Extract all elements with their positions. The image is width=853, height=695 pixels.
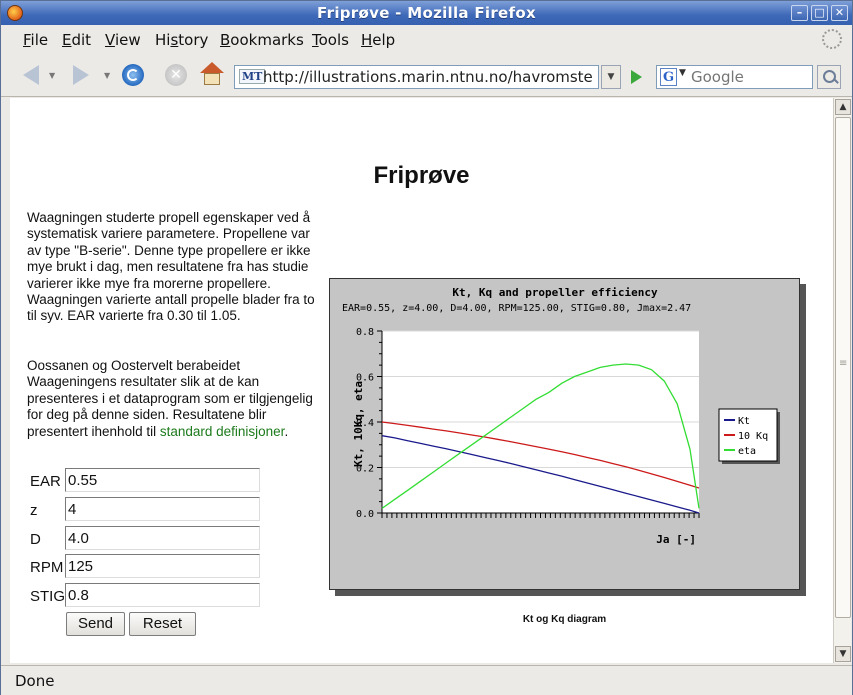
search-bar[interactable]: G ▼: [656, 65, 813, 89]
send-button[interactable]: Send: [66, 612, 125, 636]
forward-button[interactable]: [73, 63, 93, 87]
standard-definitions-link[interactable]: standard definisjoner: [160, 424, 285, 439]
d-input[interactable]: [65, 526, 260, 550]
search-magnifier-icon[interactable]: [817, 65, 841, 89]
scroll-down-arrow-icon[interactable]: ▼: [835, 646, 851, 662]
search-engine-dropdown-icon[interactable]: ▼: [679, 68, 686, 78]
back-button[interactable]: [23, 63, 43, 87]
menu-tools[interactable]: Tools: [312, 31, 349, 49]
chart-caption: Kt og Kq diagram: [522, 614, 607, 625]
stig-label: STIG: [30, 588, 66, 605]
status-text: Done: [15, 672, 55, 690]
menu-bookmarks[interactable]: Bookmarks: [220, 31, 304, 49]
ear-label: EAR: [30, 473, 61, 490]
ear-input[interactable]: [65, 468, 260, 492]
scroll-thumb[interactable]: [835, 117, 851, 618]
link-suffix: .: [284, 423, 289, 439]
scroll-up-arrow-icon[interactable]: ▲: [835, 99, 851, 115]
menu-history[interactable]: History: [155, 31, 208, 49]
window-title: Friprøve - Mozilla Firefox: [317, 4, 536, 22]
chart-title: Kt, Kq and propeller efficiency: [452, 286, 658, 299]
stig-input[interactable]: [65, 583, 260, 607]
kt-kq-chart: Kt, Kq and propeller efficiency EAR=0.55…: [342, 286, 780, 546]
y-tick-label: 0.0: [356, 509, 374, 520]
browser-window: Friprøve - Mozilla Firefox – □ ✕ File Ed…: [0, 0, 853, 695]
menu-view[interactable]: View: [105, 31, 141, 49]
d-label: D: [30, 531, 41, 548]
close-button[interactable]: ✕: [831, 5, 848, 21]
chart-panel: Kt, Kq and propeller efficiency EAR=0.55…: [329, 278, 800, 590]
z-input[interactable]: [65, 497, 260, 521]
site-favicon-icon: MT: [239, 69, 266, 84]
z-label: z: [30, 502, 38, 519]
vertical-scrollbar[interactable]: ▲ ▼: [833, 98, 851, 663]
address-dropdown-button[interactable]: ▼: [601, 65, 621, 89]
reset-button[interactable]: Reset: [129, 612, 196, 636]
forward-history-dropdown-icon[interactable]: ▼: [104, 71, 110, 80]
search-input[interactable]: [691, 68, 809, 86]
address-bar-url[interactable]: http://illustrations.marin.ntnu.no/havro…: [263, 68, 593, 86]
stop-icon[interactable]: ✕: [165, 64, 187, 86]
minimize-button[interactable]: –: [791, 5, 808, 21]
menu-edit[interactable]: Edit: [62, 31, 91, 49]
y-tick-label: 0.8: [356, 327, 374, 338]
home-icon[interactable]: [200, 62, 224, 86]
google-engine-icon[interactable]: G: [660, 68, 677, 86]
intro-paragraph: Waagningen studerte propell egenskaper v…: [27, 210, 315, 324]
page-title: Friprøve: [373, 162, 470, 189]
x-axis-label: Ja [-]: [656, 533, 696, 546]
menu-bar: File Edit View History Bookmarks Tools H…: [1, 26, 852, 52]
back-history-dropdown-icon[interactable]: ▼: [49, 71, 55, 80]
legend-label: eta: [738, 446, 756, 457]
address-bar[interactable]: MT http://illustrations.marin.ntnu.no/ha…: [234, 65, 599, 89]
legend: Kt 10 Kq eta: [718, 408, 780, 464]
method-paragraph: Oossanen og Oostervelt berabeidet Waagen…: [27, 358, 327, 440]
back-arrow-icon: [23, 65, 39, 85]
status-bar: Done: [1, 665, 852, 695]
page-content: Friprøve Waagningen studerte propell ege…: [10, 98, 833, 663]
activity-throbber-icon: [822, 29, 842, 49]
legend-label: 10 Kq: [738, 431, 768, 442]
reload-icon[interactable]: [122, 64, 144, 86]
menu-file[interactable]: File: [23, 31, 48, 49]
y-axis-label: Kt, 10Kq, eta: [352, 381, 365, 467]
rpm-label: RPM: [30, 559, 64, 576]
menu-help[interactable]: Help: [361, 31, 395, 49]
title-bar: Friprøve - Mozilla Firefox – □ ✕: [1, 1, 852, 25]
chart-subtitle: EAR=0.55, z=4.00, D=4.00, RPM=125.00, ST…: [342, 303, 691, 314]
go-button[interactable]: [627, 67, 645, 87]
legend-label: Kt: [738, 416, 750, 427]
forward-arrow-icon: [73, 65, 89, 85]
maximize-button[interactable]: □: [811, 5, 828, 21]
rpm-input[interactable]: [65, 554, 260, 578]
chart-container: Kt, Kq and propeller efficiency EAR=0.55…: [329, 278, 806, 596]
